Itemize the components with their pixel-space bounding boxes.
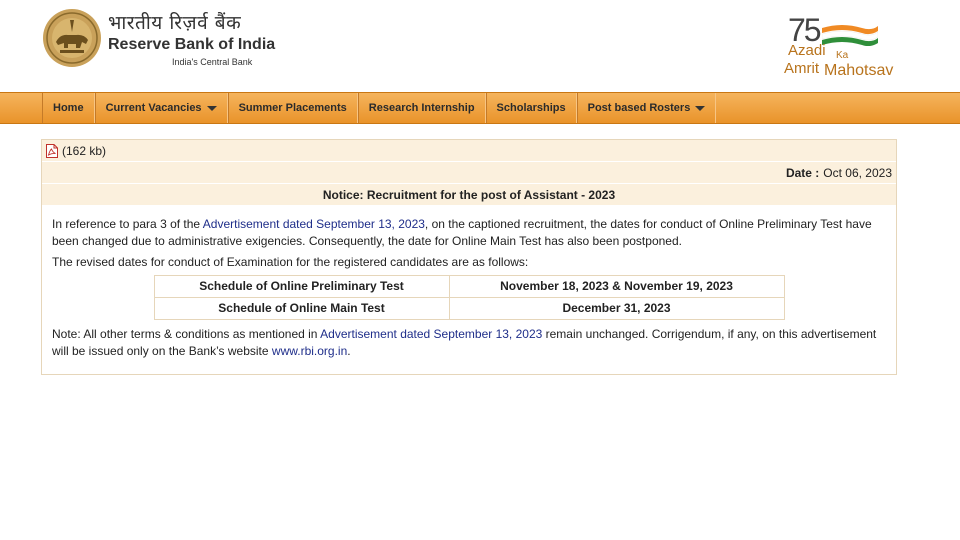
notice-title: Notice: Recruitment for the post of Assi… — [42, 184, 896, 206]
hindi-name: भारतीय रिज़र्व बैंक — [108, 12, 242, 34]
tagline: India's Central Bank — [172, 57, 253, 67]
notice-body: In reference to para 3 of the Advertisem… — [42, 206, 896, 374]
paragraph-2: The revised dates for conduct of Examina… — [52, 255, 529, 269]
nav-current-vacancies-label: Current Vacancies — [105, 102, 202, 114]
nav-summer-placements[interactable]: Summer Placements — [227, 93, 358, 123]
paragraph-1: In reference to para 3 of the Advertisem… — [52, 216, 886, 250]
schedule-label: Schedule of Online Main Test — [153, 297, 450, 320]
notice-panel: (162 kb) Date : Oct 06, 2023 Notice: Rec… — [41, 139, 897, 375]
schedule-table: Schedule of Online Preliminary Test Nove… — [153, 275, 785, 320]
schedule-value: December 31, 2023 — [448, 297, 785, 320]
nav-home-label: Home — [53, 102, 84, 114]
nav-research-internship-label: Research Internship — [368, 102, 475, 114]
pdf-icon[interactable] — [46, 143, 58, 158]
nav-scholarships[interactable]: Scholarships — [485, 93, 577, 123]
nav-current-vacancies[interactable]: Current Vacancies — [94, 93, 228, 123]
azadi-word: Azadi — [788, 42, 826, 59]
chevron-down-icon — [206, 105, 217, 111]
nav-summer-placements-label: Summer Placements — [238, 102, 347, 114]
advertisement-link[interactable]: Advertisement dated September 13, 2023 — [320, 327, 542, 341]
date-row: Date : Oct 06, 2023 — [42, 162, 896, 184]
azadi-ka: Ka — [836, 50, 849, 61]
table-row: Schedule of Online Main Test December 31… — [153, 297, 785, 320]
note-end: . — [347, 344, 351, 358]
table-row: Schedule of Online Preliminary Test Nove… — [153, 275, 785, 298]
main-nav: Home Current Vacancies Summer Placements… — [0, 92, 960, 124]
mahotsav-word: Mahotsav — [824, 62, 894, 79]
rbi-emblem-icon[interactable] — [42, 8, 102, 68]
schedule-label: Schedule of Online Preliminary Test — [153, 275, 450, 298]
date-label: Date : — [785, 165, 820, 180]
nav-research-internship[interactable]: Research Internship — [357, 93, 486, 123]
pdf-size: (162 kb) — [62, 143, 107, 158]
rbi-website-link[interactable]: www.rbi.org.in — [272, 344, 347, 358]
logo-text: भारतीय रिज़र्व बैंक Reserve Bank of Indi… — [108, 12, 275, 67]
paragraph-1-start: In reference to para 3 of the — [52, 217, 203, 231]
amrit-word: Amrit — [784, 60, 819, 77]
flag-icon — [822, 25, 878, 46]
chevron-down-icon — [695, 105, 706, 111]
schedule-value: November 18, 2023 & November 19, 2023 — [448, 275, 785, 298]
english-name: Reserve Bank of India — [108, 36, 276, 53]
advertisement-link[interactable]: Advertisement dated September 13, 2023 — [203, 217, 425, 231]
site-header: भारतीय रिज़र्व बैंक Reserve Bank of Indi… — [0, 0, 960, 92]
nav-scholarships-label: Scholarships — [496, 102, 566, 114]
date-value: Oct 06, 2023 — [823, 165, 892, 180]
pdf-row: (162 kb) — [42, 140, 896, 162]
nav-post-based-rosters-label: Post based Rosters — [587, 102, 691, 114]
nav-home[interactable]: Home — [42, 93, 95, 123]
note-paragraph: Note: All other terms & conditions as me… — [52, 326, 886, 360]
nav-post-based-rosters[interactable]: Post based Rosters — [576, 93, 717, 123]
azadi-logo: 75 Azadi Ka Amrit Mahotsav — [782, 12, 906, 82]
note-start: Note: All other terms & conditions as me… — [52, 327, 321, 341]
